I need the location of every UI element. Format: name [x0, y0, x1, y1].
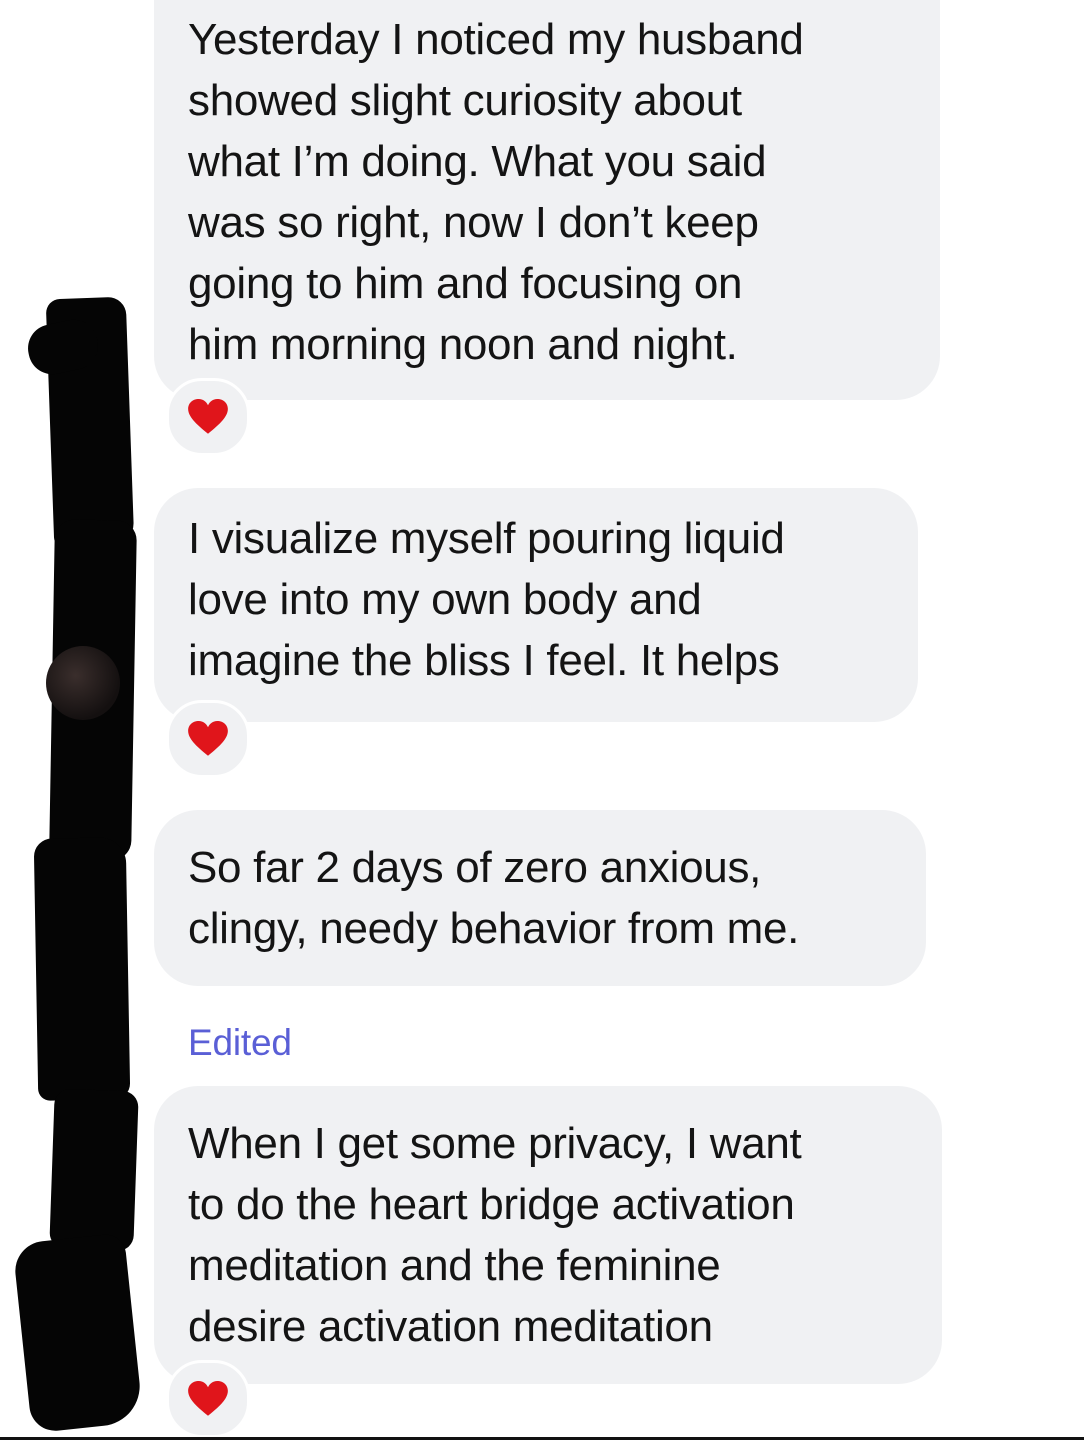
reaction-badge[interactable]	[166, 1360, 250, 1438]
message-bubble[interactable]: So far 2 days of zero anxious, clingy, n…	[154, 810, 926, 986]
reaction-badge[interactable]	[166, 700, 250, 778]
redaction-mark-foot	[12, 1232, 144, 1434]
red-heart-icon	[188, 721, 228, 756]
reaction-badge[interactable]	[166, 378, 250, 456]
edited-label: Edited	[188, 1022, 292, 1063]
red-heart-icon	[188, 1381, 228, 1416]
message-bubble[interactable]: Yesterday I noticed my husband showed sl…	[154, 0, 940, 400]
message-bubble[interactable]: When I get some privacy, I want to do th…	[154, 1086, 942, 1384]
red-heart-icon	[188, 399, 228, 434]
sender-avatar[interactable]	[46, 646, 120, 720]
redaction-mark-bottom	[49, 1088, 139, 1252]
redaction-mark-lower	[33, 837, 131, 1101]
message-bubble[interactable]: I visualize myself pouring liquid love i…	[154, 488, 918, 722]
